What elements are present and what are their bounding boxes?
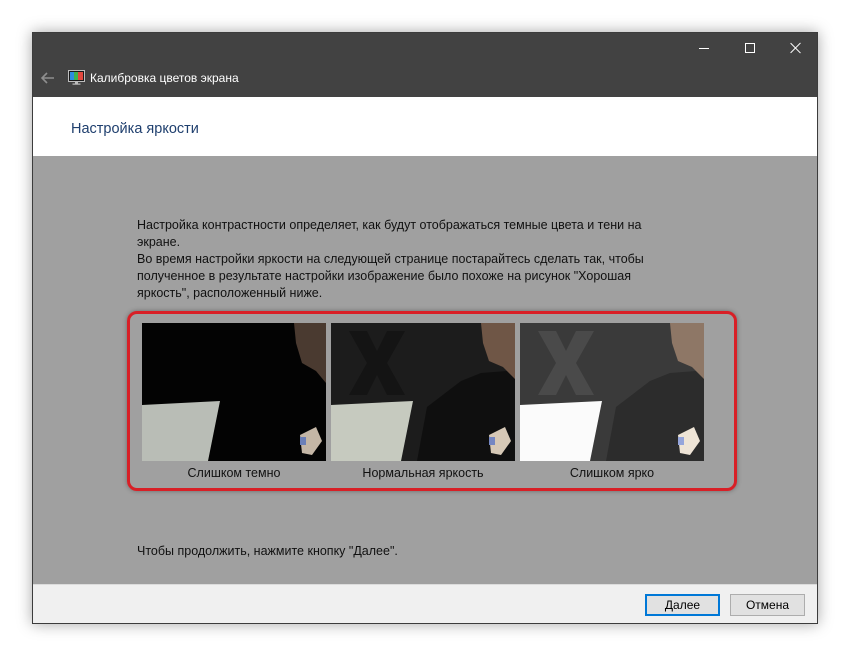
button-bar: Далее Отмена bbox=[33, 584, 817, 623]
back-button[interactable] bbox=[37, 67, 59, 89]
page-title: Настройка яркости bbox=[71, 121, 199, 137]
caption-normal-brightness: Нормальная яркость bbox=[362, 466, 484, 480]
title-bar[interactable]: Калибровка цветов экрана bbox=[33, 33, 817, 97]
continue-instruction: Чтобы продолжить, нажмите кнопку "Далее"… bbox=[137, 544, 398, 558]
normal-brightness-image bbox=[331, 323, 515, 461]
intro-paragraph-instructions: Во время настройки яркости на следующей … bbox=[137, 252, 644, 300]
maximize-button[interactable] bbox=[727, 33, 773, 63]
caption-too-bright: Слишком ярко bbox=[569, 466, 655, 480]
too-bright-image bbox=[520, 323, 704, 461]
caption-too-dark: Слишком темно bbox=[187, 466, 281, 480]
display-calibration-icon bbox=[68, 70, 85, 85]
minimize-icon bbox=[699, 47, 709, 49]
intro-text: Настройка контрастности определяет, как … bbox=[137, 217, 677, 302]
cancel-button[interactable]: Отмена bbox=[730, 594, 805, 616]
content-area: Настройка контрастности определяет, как … bbox=[33, 156, 817, 584]
back-arrow-icon bbox=[41, 72, 54, 84]
page-header: Настройка яркости bbox=[33, 97, 817, 156]
too-dark-image bbox=[142, 323, 326, 461]
maximize-icon bbox=[745, 43, 755, 53]
sample-images-highlight: Слишком темно Нормальная яркость Слишком… bbox=[127, 311, 737, 491]
window-title: Калибровка цветов экрана bbox=[90, 71, 239, 85]
sample-normal-brightness: Нормальная яркость bbox=[331, 323, 515, 480]
sample-too-dark: Слишком темно bbox=[142, 323, 326, 480]
next-button[interactable]: Далее bbox=[645, 594, 720, 616]
intro-paragraph-contrast: Настройка контрастности определяет, как … bbox=[137, 218, 642, 249]
sample-too-bright: Слишком ярко bbox=[520, 323, 704, 480]
close-icon bbox=[790, 42, 802, 54]
close-button[interactable] bbox=[773, 33, 817, 63]
minimize-button[interactable] bbox=[681, 33, 727, 63]
calibration-window: Калибровка цветов экрана Настройка яркос… bbox=[32, 32, 818, 624]
